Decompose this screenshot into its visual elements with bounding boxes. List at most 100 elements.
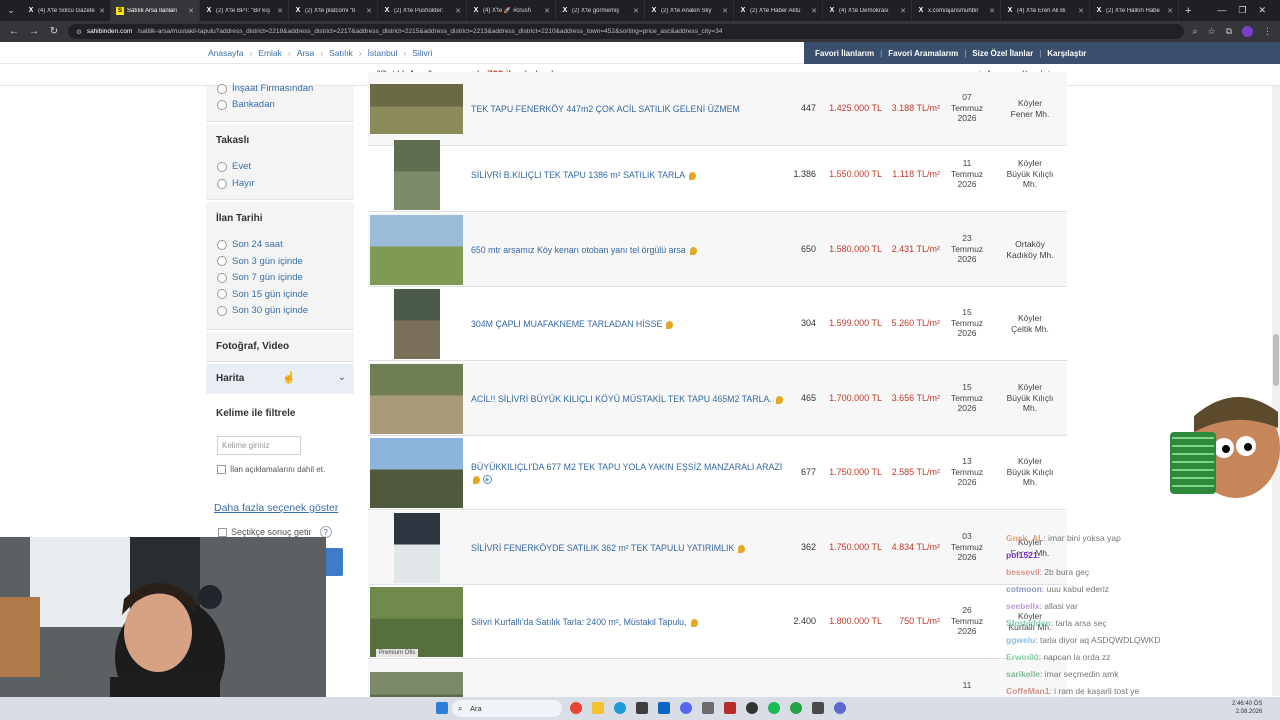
tab-close-icon[interactable]: ✕ xyxy=(277,7,283,15)
radio-button[interactable] xyxy=(217,305,227,316)
radio-ilan-tarihi[interactable]: Son 3 gün içinde xyxy=(217,256,303,267)
browser-tab[interactable]: S Satılık Arsa İlanları ✕ xyxy=(111,0,200,21)
radio-insaat-firmasindan[interactable]: İnşaat Firmasından xyxy=(217,83,313,94)
taskbar-search[interactable]: ⌕ Ara xyxy=(452,700,562,717)
browser-tab[interactable]: X (4) X'te Demokrasi ✕ xyxy=(823,0,912,21)
minimize-icon[interactable]: — xyxy=(1217,5,1226,16)
browser-menu-icon[interactable]: ⋮ xyxy=(1263,26,1272,37)
keyword-input[interactable]: Kelime giriniz xyxy=(217,436,301,455)
tab-close-icon[interactable]: ✕ xyxy=(811,7,817,15)
tab-close-icon[interactable]: ✕ xyxy=(1078,7,1084,15)
include-description-checkbox[interactable]: İlan açıklamalarını dahil et. xyxy=(217,465,325,474)
tab-close-icon[interactable]: ✕ xyxy=(633,7,639,15)
outlook-icon[interactable] xyxy=(658,702,670,714)
url-field[interactable]: ⚙ sahibinden.com/satilik-arsa/mustakil-t… xyxy=(68,24,1185,39)
restore-icon[interactable]: ❐ xyxy=(1238,5,1246,16)
top-link[interactable]: Karşılaştır xyxy=(1047,49,1086,58)
radio-ilan-tarihi[interactable]: Son 7 gün içinde xyxy=(217,272,303,283)
app-icon[interactable] xyxy=(790,702,802,714)
back-icon[interactable]: ← xyxy=(8,26,20,37)
listing-thumbnail[interactable] xyxy=(370,513,463,583)
windows-start-icon[interactable] xyxy=(436,702,448,714)
app-icon[interactable] xyxy=(812,702,824,714)
radio-ilan-tarihi[interactable]: Son 24 saat xyxy=(217,239,283,250)
new-tab-button[interactable]: + xyxy=(1179,5,1197,17)
filter-block-harita[interactable]: Harita ⌄ ☝ xyxy=(206,364,354,394)
browser-tab[interactable]: X (4) X'te 🚀 #crush ✕ xyxy=(467,0,556,21)
browser-tab[interactable]: X (2) X'te platcomi "b ✕ xyxy=(289,0,378,21)
radio-takasli-evet[interactable]: Evet xyxy=(217,161,251,172)
radio-ilan-tarihi[interactable]: Son 30 gün içinde xyxy=(217,305,308,316)
tab-close-icon[interactable]: ✕ xyxy=(722,7,728,15)
radio-button[interactable] xyxy=(217,161,227,172)
listing-thumbnail[interactable] xyxy=(370,438,463,508)
browser-tab[interactable]: X (4) X'te Solcu Gazete ✕ xyxy=(22,0,111,21)
radio-button[interactable] xyxy=(217,289,227,299)
radio-button[interactable] xyxy=(217,83,227,94)
listing-row[interactable]: TEK TAPU FENERKÖY 447m2 ÇOK ACİL SATILIK… xyxy=(368,72,1067,146)
listing-title-link[interactable]: SİLİVRİ FENERKÖYDE SATILIK 362 m² TEK TA… xyxy=(471,542,793,554)
browser-tab[interactable]: X (4) X'te Eren Ali Bi ✕ xyxy=(1001,0,1090,21)
tab-search-icon[interactable]: ⌄ xyxy=(0,0,22,21)
radio-button[interactable] xyxy=(217,272,227,283)
listing-row[interactable]: 650 mtr arsamız Köy kenarı otoban yanı t… xyxy=(368,213,1067,287)
obs-icon[interactable] xyxy=(746,702,758,714)
tab-close-icon[interactable]: ✕ xyxy=(455,7,461,15)
bookmark-star-icon[interactable]: ☆ xyxy=(1207,26,1215,37)
listing-title-link[interactable]: BÜYÜKKILIÇLI'DA 677 M2 TEK TAPU YOLA YAK… xyxy=(471,461,793,485)
forward-icon[interactable]: → xyxy=(28,26,40,37)
listing-title-link[interactable]: TEK TAPU FENERKÖY 447m2 ÇOK ACİL SATILIK… xyxy=(471,103,793,115)
listing-title-link[interactable]: 650 mtr arsamız Köy kenarı otoban yanı t… xyxy=(471,244,793,256)
radio-ilan-tarihi[interactable]: Son 15 gün içinde xyxy=(217,289,308,300)
taskbar-clock[interactable]: 2:46:40 ÖS 2.08.2026 xyxy=(1232,700,1262,716)
browser-tab[interactable]: Xx.com/ajansmuhbir ✕ xyxy=(912,0,1001,21)
listing-row[interactable]: Silivri Kurfallı'da Satılık Tarla: 2400 … xyxy=(368,585,1067,659)
app-icon[interactable] xyxy=(724,702,736,714)
scrollbar-thumb[interactable] xyxy=(1273,334,1279,386)
browser-tab[interactable]: X (2) X'te Haber Aktü ✕ xyxy=(734,0,823,21)
browser-tab[interactable]: X (2) X'te Hallon Habe ✕ xyxy=(1090,0,1179,21)
listing-title-link[interactable]: SİLİVRİ B.KILIÇLI TEK TAPU 1386 m² SATIL… xyxy=(471,169,793,181)
radio-button[interactable] xyxy=(217,178,227,189)
checkbox[interactable] xyxy=(218,527,227,537)
listing-title-link[interactable]: ACİL!! SİLİVRİ BÜYÜK KILIÇLI KÖYÜ MÜSTAK… xyxy=(471,393,793,405)
breadcrumb-item[interactable]: Arsa xyxy=(297,48,314,58)
more-options-link[interactable]: Daha fazla seçenek göster xyxy=(214,502,338,514)
tab-close-icon[interactable]: ✕ xyxy=(1167,7,1173,15)
breadcrumb-item[interactable]: Anasayfa xyxy=(208,48,243,58)
radio-button[interactable] xyxy=(217,256,227,266)
tab-close-icon[interactable]: ✕ xyxy=(366,7,372,15)
browser-tab[interactable]: X (2) X'te BPT: "Bir kış ✕ xyxy=(200,0,289,21)
app-icon[interactable] xyxy=(834,702,846,714)
listing-thumbnail[interactable] xyxy=(370,364,463,434)
listing-row[interactable]: SİLİVRİ FENERKÖYDE SATILIK 362 m² TEK TA… xyxy=(368,511,1067,585)
spotify-icon[interactable] xyxy=(768,702,780,714)
breadcrumb-item[interactable]: Satılık xyxy=(329,48,353,58)
radio-button[interactable] xyxy=(217,239,227,250)
listing-thumbnail[interactable] xyxy=(370,289,463,359)
listing-row[interactable]: SİLİVRİ B.KILIÇLI TEK TAPU 1386 m² SATIL… xyxy=(368,138,1067,212)
checkbox[interactable] xyxy=(217,465,226,474)
extensions-icon[interactable]: ⧉ xyxy=(1226,26,1232,37)
radio-bankadan[interactable]: Bankadan xyxy=(217,99,275,110)
breadcrumb-item[interactable]: İstanbul xyxy=(368,48,398,58)
app-icon[interactable] xyxy=(636,702,648,714)
chrome-icon[interactable] xyxy=(570,702,582,714)
listing-thumbnail[interactable] xyxy=(370,140,463,210)
listing-thumbnail[interactable] xyxy=(370,587,463,657)
close-window-icon[interactable]: ✕ xyxy=(1258,5,1266,16)
tab-close-icon[interactable]: ✕ xyxy=(989,7,995,15)
app-icon[interactable] xyxy=(702,702,714,714)
top-link[interactable]: Favori Aramalarım xyxy=(888,49,958,58)
browser-tab[interactable]: X (2) X'te Pusholder: ✕ xyxy=(378,0,467,21)
edge-icon[interactable] xyxy=(614,702,626,714)
listing-thumbnail[interactable] xyxy=(370,74,463,144)
listing-title-link[interactable]: Silivri Kurfallı'da Satılık Tarla: 2400 … xyxy=(471,616,793,628)
tab-close-icon[interactable]: ✕ xyxy=(544,7,550,15)
reload-icon[interactable]: ↻ xyxy=(48,26,60,37)
site-info-icon[interactable]: ⚙ xyxy=(76,28,82,36)
tab-close-icon[interactable]: ✕ xyxy=(900,7,906,15)
listing-row[interactable]: BÜYÜKKILIÇLI'DA 677 M2 TEK TAPU YOLA YAK… xyxy=(368,436,1067,510)
zoom-icon[interactable]: ⌕ xyxy=(1192,26,1197,37)
listing-title-link[interactable]: 304M ÇAPLI MUAFAKNEME TARLADAN HİSSE xyxy=(471,318,793,330)
